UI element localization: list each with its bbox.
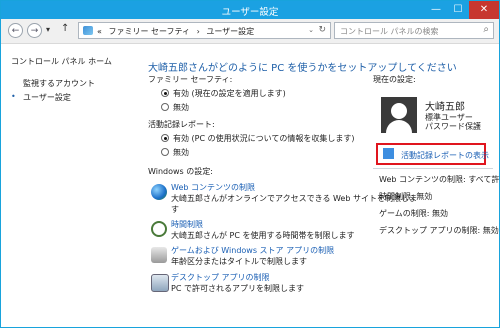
divider bbox=[373, 168, 493, 169]
view-activity-report-label: 活動記録レポートの表示 bbox=[401, 151, 489, 160]
activity-report-on-radio[interactable] bbox=[161, 134, 169, 142]
view-activity-report-button[interactable]: 活動記録レポートの表示 bbox=[376, 143, 489, 165]
desktop-app-limit-desc: PC で許可されるアプリを制限します bbox=[171, 284, 304, 293]
clock-icon bbox=[151, 221, 167, 237]
navigation-bar: ← → ▾ ↑ « ファミリー セーフティ › ユーザー設定 ⌄ ↻ コントロー… bbox=[1, 19, 499, 44]
status-game-limit: ゲームの制限: 無効 bbox=[379, 209, 448, 218]
avatar-body-shape bbox=[386, 120, 412, 133]
search-input[interactable]: コントロール パネルの検索 ⌕ bbox=[334, 22, 494, 39]
user-name: 大崎五郎 bbox=[425, 102, 465, 113]
control-panel-icon bbox=[83, 26, 93, 35]
control-panel-home-link[interactable]: コントロール パネル ホーム bbox=[11, 56, 112, 67]
globe-icon bbox=[151, 184, 167, 200]
back-button[interactable]: ← bbox=[8, 23, 23, 38]
status-desktop-app-limit: デスクトップ アプリの制限: 無効 bbox=[379, 226, 499, 235]
up-arrow-icon[interactable]: ↑ bbox=[61, 23, 69, 34]
web-content-limit-link[interactable]: Web コンテンツの制限 bbox=[171, 182, 255, 193]
status-web-content: Web コンテンツの制限: すべて許可 bbox=[379, 175, 500, 184]
search-icon[interactable]: ⌕ bbox=[483, 24, 489, 35]
sidebar-current-bullet: • bbox=[11, 92, 16, 101]
title-bar: ユーザー設定 — ☐ ✕ bbox=[1, 1, 499, 19]
minimize-button[interactable]: — bbox=[425, 1, 447, 19]
family-safety-off-radio[interactable] bbox=[161, 103, 169, 111]
breadcrumb: « ファミリー セーフティ › ユーザー設定 bbox=[97, 26, 258, 37]
breadcrumb-family-safety[interactable]: ファミリー セーフティ bbox=[108, 27, 190, 36]
breadcrumb-user-settings[interactable]: ユーザー設定 bbox=[206, 27, 254, 36]
close-button[interactable]: ✕ bbox=[469, 1, 499, 19]
time-limit-desc: 大崎五郎さんが PC を使用する時間帯を制限します bbox=[171, 231, 355, 240]
search-placeholder: コントロール パネルの検索 bbox=[340, 27, 439, 36]
game-controller-icon bbox=[151, 247, 167, 263]
family-safety-off-label[interactable]: 無効 bbox=[173, 102, 189, 113]
activity-report-label: 活動記録レポート: bbox=[148, 120, 215, 129]
refresh-icon[interactable]: ↻ bbox=[318, 25, 326, 35]
report-icon bbox=[383, 148, 394, 159]
family-safety-on-radio[interactable] bbox=[161, 89, 169, 97]
windows-settings-label: Windows の設定: bbox=[148, 167, 213, 176]
sidebar-item-user-settings[interactable]: ユーザー設定 bbox=[23, 92, 71, 103]
game-store-limit-link[interactable]: ゲームおよび Windows ストア アプリの制限 bbox=[171, 245, 334, 256]
avatar-head-shape bbox=[391, 103, 407, 119]
page-title: 大崎五郎さんがどのように PC を使うかをセットアップしてください bbox=[148, 63, 457, 74]
desktop-app-icon bbox=[151, 274, 169, 292]
breadcrumb-separator: › bbox=[196, 27, 200, 36]
status-time-limit: 時間制限: 無効 bbox=[379, 192, 433, 201]
breadcrumb-overflow[interactable]: « bbox=[97, 27, 102, 36]
game-store-limit-desc: 年齢区分またはタイトルで制限します bbox=[171, 257, 307, 266]
family-safety-on-label[interactable]: 有効 (現在の設定を適用します) bbox=[173, 88, 286, 99]
window: ユーザー設定 — ☐ ✕ ← → ▾ ↑ « ファミリー セーフティ › ユーザ… bbox=[0, 0, 500, 328]
address-dropdown-icon[interactable]: ⌄ bbox=[308, 26, 314, 34]
user-avatar bbox=[381, 97, 417, 133]
maximize-button[interactable]: ☐ bbox=[447, 1, 469, 19]
current-settings-label: 現在の設定: bbox=[373, 75, 416, 84]
password-status: パスワード保護 bbox=[425, 122, 481, 131]
web-content-limit-desc-cont: す bbox=[171, 205, 179, 214]
family-safety-label: ファミリー セーフティ: bbox=[148, 75, 233, 84]
time-limit-link[interactable]: 時間制限 bbox=[171, 219, 203, 230]
sidebar-item-monitored-accounts[interactable]: 監視するアカウント bbox=[23, 78, 95, 89]
activity-report-off-label[interactable]: 無効 bbox=[173, 147, 189, 158]
address-bar[interactable]: « ファミリー セーフティ › ユーザー設定 ⌄ ↻ bbox=[78, 22, 331, 39]
activity-report-off-radio[interactable] bbox=[161, 148, 169, 156]
forward-button[interactable]: → bbox=[27, 23, 42, 38]
recent-locations-icon[interactable]: ▾ bbox=[46, 25, 50, 34]
activity-report-on-label[interactable]: 有効 (PC の使用状況についての情報を収集します) bbox=[173, 133, 355, 144]
desktop-app-limit-link[interactable]: デスクトップ アプリの制限 bbox=[171, 272, 270, 283]
